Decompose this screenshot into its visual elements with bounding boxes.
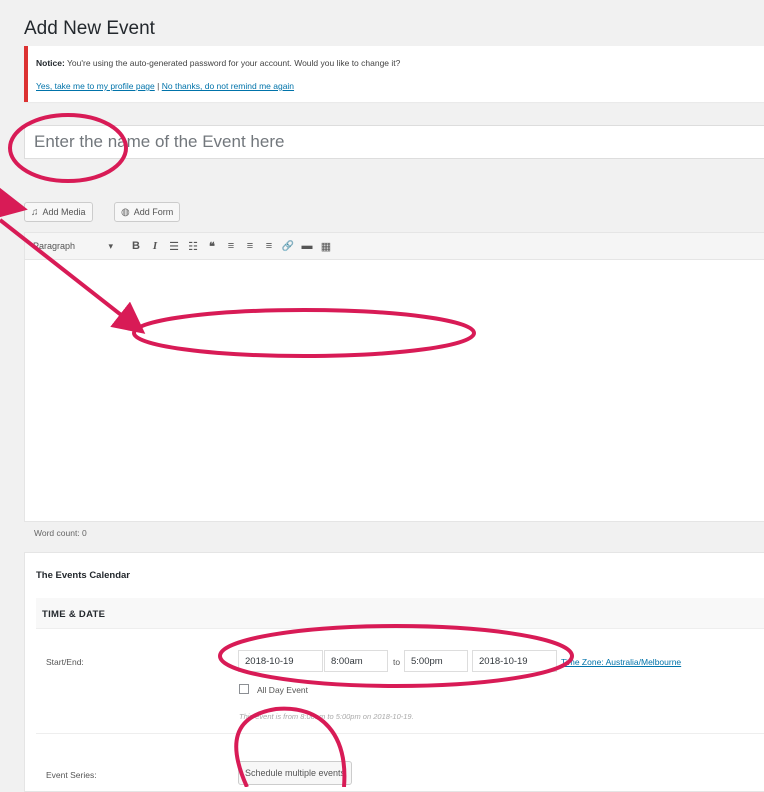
media-pointer-arrow xyxy=(0,187,28,219)
timezone-link[interactable]: Time Zone: Australia/Melbourne xyxy=(561,657,681,667)
to-label: to xyxy=(393,657,401,667)
time-date-section: TIME & DATE xyxy=(36,598,764,629)
dismiss-notice-link[interactable]: No thanks, do not remind me again xyxy=(162,81,294,91)
notice-links: Yes, take me to my profile page | No tha… xyxy=(36,81,294,91)
page-title: Add New Event xyxy=(24,18,155,39)
align-center-button[interactable]: ≡ xyxy=(241,237,259,255)
start-end-label: Start/End: xyxy=(46,657,84,667)
read-more-button[interactable]: ▬ xyxy=(298,237,316,255)
add-media-button[interactable]: ♫ Add Media xyxy=(24,202,93,222)
events-calendar-metabox: The Events Calendar TIME & DATE Start/En… xyxy=(24,552,764,792)
all-day-label: All Day Event xyxy=(257,685,309,695)
start-time-input[interactable]: 8:00am xyxy=(324,650,388,672)
link-separator: | xyxy=(157,81,160,91)
profile-page-link[interactable]: Yes, take me to my profile page xyxy=(36,81,155,91)
add-media-icon: ♫ xyxy=(31,206,39,218)
bold-button[interactable]: B xyxy=(127,237,145,255)
add-form-button[interactable]: ◍ Add Form xyxy=(114,202,181,222)
format-select[interactable]: Paragraph ▾ xyxy=(33,241,113,252)
section-title: TIME & DATE xyxy=(42,609,106,620)
word-count: Word count: 0 xyxy=(34,528,87,538)
end-time-input[interactable]: 5:00pm xyxy=(404,650,468,672)
add-form-label: Add Form xyxy=(133,207,174,217)
numbered-list-button[interactable]: ☷ xyxy=(184,237,202,255)
schedule-button-label: Schedule multiple events xyxy=(245,768,346,778)
add-media-label: Add Media xyxy=(42,207,86,217)
align-right-button[interactable]: ≡ xyxy=(260,237,278,255)
add-form-icon: ◍ xyxy=(121,206,130,218)
notice-message: You're using the auto-generated password… xyxy=(67,58,401,68)
event-series-label: Event Series: xyxy=(46,770,97,780)
editor-toolbar: Paragraph ▾ B I ☰ ☷ ❝ ≡ ≡ ≡ 🔗 ▬ ▦ xyxy=(25,233,764,260)
divider xyxy=(36,733,764,734)
notice-text: Notice: You're using the auto-generated … xyxy=(36,58,400,68)
align-left-button[interactable]: ≡ xyxy=(222,237,240,255)
event-title-input[interactable] xyxy=(24,125,764,159)
schedule-multiple-events-button[interactable]: Schedule multiple events xyxy=(238,761,353,785)
content-editor: Paragraph ▾ B I ☰ ☷ ❝ ≡ ≡ ≡ 🔗 ▬ ▦ xyxy=(24,232,764,522)
toolbar-toggle-button[interactable]: ▦ xyxy=(317,237,335,255)
format-select-value: Paragraph xyxy=(33,241,76,251)
editor-content-area[interactable] xyxy=(25,259,764,521)
insert-link-button[interactable]: 🔗 xyxy=(279,237,297,255)
all-day-checkbox[interactable] xyxy=(239,684,249,694)
password-notice: Notice: You're using the auto-generated … xyxy=(24,46,764,102)
start-date-input[interactable]: 2018-10-19 xyxy=(238,650,323,672)
notice-label: Notice: xyxy=(36,58,65,68)
italic-button[interactable]: I xyxy=(146,237,164,255)
metabox-title: The Events Calendar xyxy=(36,570,130,581)
bullet-list-button[interactable]: ☰ xyxy=(165,237,183,255)
end-date-input[interactable]: 2018-10-19 xyxy=(472,650,557,672)
chevron-down-icon: ▾ xyxy=(108,240,113,251)
blockquote-button[interactable]: ❝ xyxy=(203,237,221,255)
event-time-description: This event is from 8:00am to 5:00pm on 2… xyxy=(239,712,414,721)
